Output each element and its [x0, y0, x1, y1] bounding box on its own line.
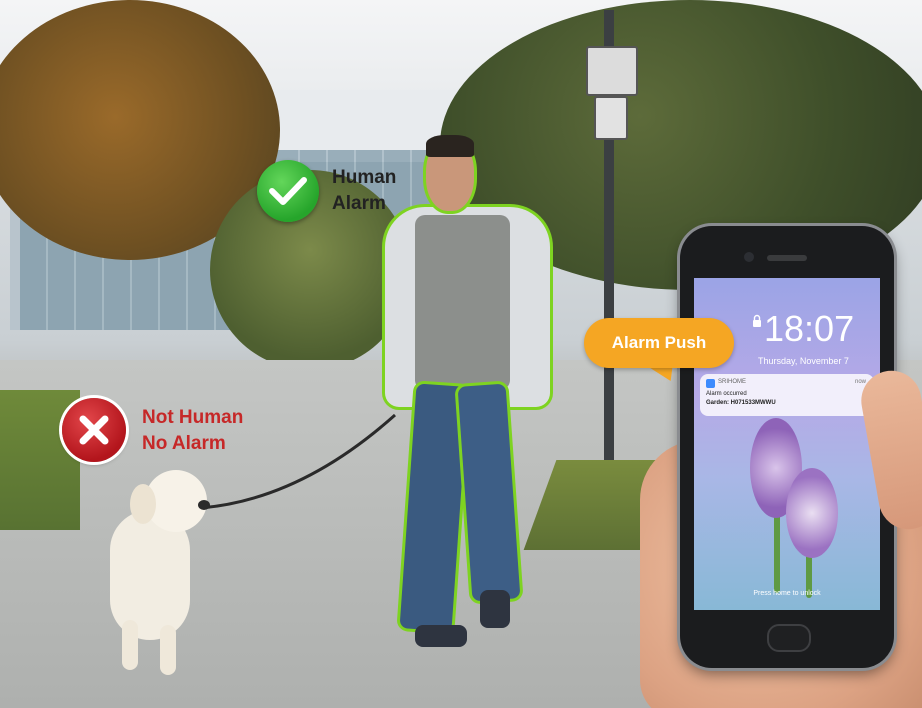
person-leg-right [457, 383, 521, 602]
lock-date: Thursday, November 7 [758, 356, 849, 366]
dog-leg [122, 620, 138, 670]
dog-leg [160, 625, 176, 675]
not-human-label: Not Human No Alarm [142, 405, 243, 457]
notification-app-name: SRIHOME [718, 379, 747, 385]
person-leg-left [399, 383, 469, 632]
not-human-line1: Not Human [142, 407, 244, 428]
detected-person [380, 135, 555, 655]
human-alarm-line1: Human [332, 167, 397, 188]
flower [786, 468, 838, 558]
person-shoe-left [415, 625, 467, 647]
person-tshirt [415, 215, 510, 390]
dog [90, 470, 220, 675]
notification-time: now [854, 379, 866, 385]
dog-nose [198, 500, 210, 510]
not-human-line2: No Alarm [142, 433, 226, 454]
app-icon [706, 379, 715, 388]
alarm-notification[interactable]: SRIHOME now Alarm occurred Garden: H0715… [700, 374, 874, 416]
callout-label: Alarm Push [611, 333, 707, 352]
home-button[interactable] [767, 624, 811, 652]
human-alarm-line2: Alarm [332, 193, 386, 214]
notification-body: Garden: H071533MWWU [706, 400, 776, 406]
unlock-hint: Press home to unlock [753, 590, 821, 597]
alarm-push-callout: Alarm Push [584, 318, 734, 368]
person-hair [426, 135, 474, 157]
dog-ear [130, 484, 156, 524]
lock-icon [753, 314, 761, 327]
front-camera [744, 252, 754, 262]
human-alarm-label: Human Alarm [332, 165, 396, 217]
phone-speaker [767, 255, 807, 261]
notification-title: Alarm occurred [706, 391, 747, 397]
check-icon [257, 160, 319, 222]
scene: Human Alarm Not Human No Alarm 18:07 Thu… [0, 0, 922, 708]
person-shoe-right [480, 590, 510, 628]
close-icon [62, 398, 126, 462]
lock-time: 18:07 [764, 308, 855, 349]
smartphone: 18:07 Thursday, November 7 SRIHOME now A… [680, 226, 894, 668]
